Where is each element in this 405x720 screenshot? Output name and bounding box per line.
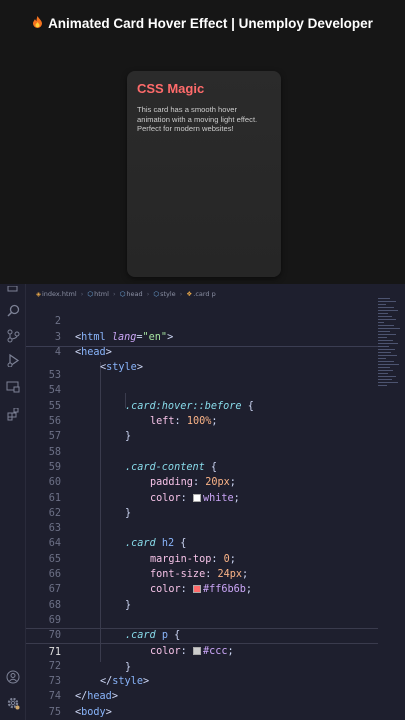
code-line: 64 margin-top: 0;	[26, 521, 378, 564]
run-debug-icon[interactable]	[5, 353, 21, 370]
page-heading: Animated Card Hover Effect | Unemploy De…	[0, 16, 405, 31]
code-line: 70 color: #ccc;	[26, 613, 378, 656]
extensions-icon[interactable]	[5, 407, 21, 424]
code-line: 54 .card:hover::before {	[26, 368, 378, 411]
chevron-right-icon: ›	[146, 290, 150, 298]
code-line: 72 </style>	[26, 644, 378, 687]
code-line: 59 padding: 20px;	[26, 445, 378, 488]
minimap[interactable]	[378, 298, 402, 388]
code-line: 4 <style>	[26, 330, 378, 373]
selector-icon: ❖	[186, 290, 193, 298]
breadcrumb-item[interactable]: html	[94, 290, 109, 298]
page-heading-text: Animated Card Hover Effect | Unemploy De…	[48, 16, 373, 31]
breadcrumb-item[interactable]: index.html	[42, 290, 77, 298]
code-editor: ◈index.html › ⬡html › ⬡head › ⬡style › ❖…	[0, 284, 405, 720]
code-line: 73 </head>	[26, 659, 378, 702]
card-text: This card has a smooth hover animation w…	[137, 105, 258, 134]
chevron-right-icon: ›	[113, 290, 116, 298]
html5-file-icon: ◈	[36, 290, 41, 298]
flame-icon	[32, 16, 43, 31]
remote-explorer-icon[interactable]	[5, 381, 21, 397]
code-line: 56 }	[26, 399, 378, 442]
files-icon[interactable]	[5, 284, 21, 300]
code-line: 57	[26, 414, 378, 442]
search-icon[interactable]	[5, 304, 21, 320]
code-line: 66 color: #ff6b6b;	[26, 552, 378, 595]
element-icon: ⬡	[153, 290, 160, 298]
code-line: 68	[26, 582, 378, 611]
css-magic-card[interactable]: CSS Magic This card has a smooth hover a…	[127, 71, 281, 277]
card-content: CSS Magic This card has a smooth hover a…	[127, 71, 281, 144]
element-icon: ⬡	[119, 290, 126, 298]
code-line-active: 71 }	[26, 628, 378, 673]
code-line: 3 <head>	[26, 314, 378, 358]
code-text[interactable]: <style>	[100, 360, 143, 375]
code-line: 55 left: 100%;	[26, 384, 378, 427]
code-line: 67 }	[26, 567, 378, 610]
code-line: 60 color: white;	[26, 460, 378, 503]
code-line: Effect | Unemploy Developer</h1>	[26, 705, 378, 720]
breadcrumb-item[interactable]: style	[160, 290, 176, 298]
chevron-right-icon: ›	[80, 290, 84, 298]
code-line: 75 <h1 class="heading"> Animated Card Ho…	[26, 690, 378, 718]
settings-gear-icon[interactable]	[5, 696, 21, 712]
code-line: 63 .card h2 {	[26, 506, 378, 549]
account-icon[interactable]	[5, 670, 21, 686]
card-title: CSS Magic	[137, 81, 205, 96]
breadcrumb-item[interactable]: head	[126, 290, 142, 298]
code-line: 2 <html lang="en">	[26, 299, 378, 342]
code-line: 65 font-size: 24px;	[26, 537, 378, 580]
code-line: 62	[26, 491, 378, 519]
source-control-icon[interactable]	[5, 329, 21, 345]
chevron-right-icon: ›	[179, 290, 183, 298]
sticky-scroll-header: 2 <html lang="en"> 3 <head> 4 <style>	[26, 299, 378, 373]
activity-bar	[0, 284, 26, 720]
code-line: 69 .card p {	[26, 598, 378, 641]
breadcrumb: ◈index.html › ⬡html › ⬡head › ⬡style › ❖…	[36, 290, 216, 298]
browser-preview: Animated Card Hover Effect | Unemploy De…	[0, 0, 405, 284]
line-number: 4	[54, 346, 61, 358]
code-line: 74 <body>	[26, 674, 378, 717]
code-text[interactable]: <head>	[75, 345, 112, 360]
breadcrumb-item[interactable]: .card p	[193, 290, 216, 298]
code-line: 61 }	[26, 475, 378, 519]
code-line: 58 .card-content {	[26, 429, 378, 473]
element-icon: ⬡	[87, 290, 94, 298]
